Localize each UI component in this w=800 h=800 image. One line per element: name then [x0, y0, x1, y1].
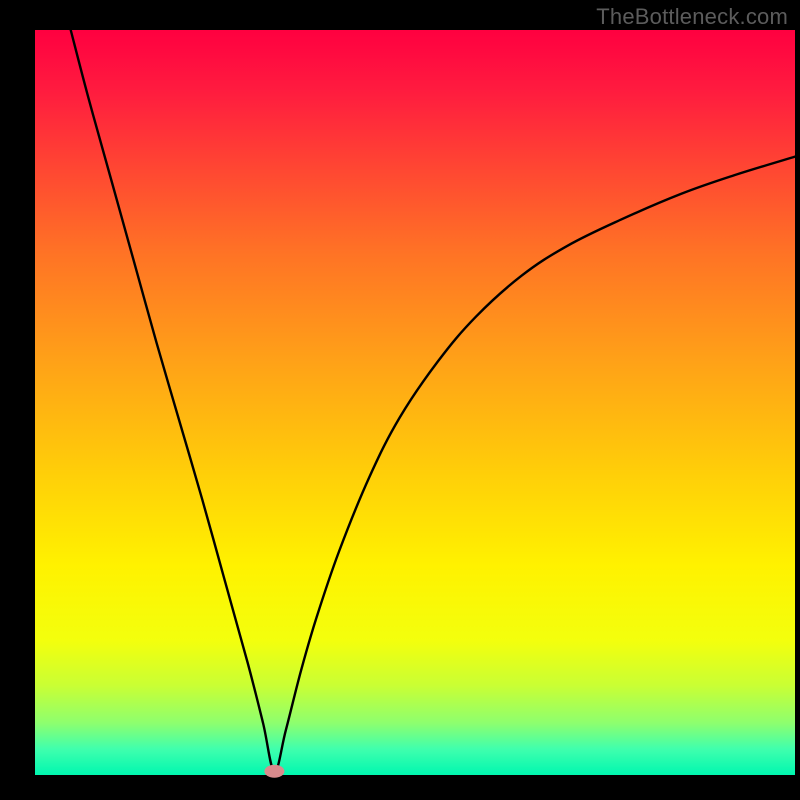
- bottleneck-chart: [0, 0, 800, 800]
- minimum-marker: [264, 765, 284, 778]
- plot-background: [35, 30, 795, 775]
- chart-frame: TheBottleneck.com: [0, 0, 800, 800]
- watermark-text: TheBottleneck.com: [596, 4, 788, 30]
